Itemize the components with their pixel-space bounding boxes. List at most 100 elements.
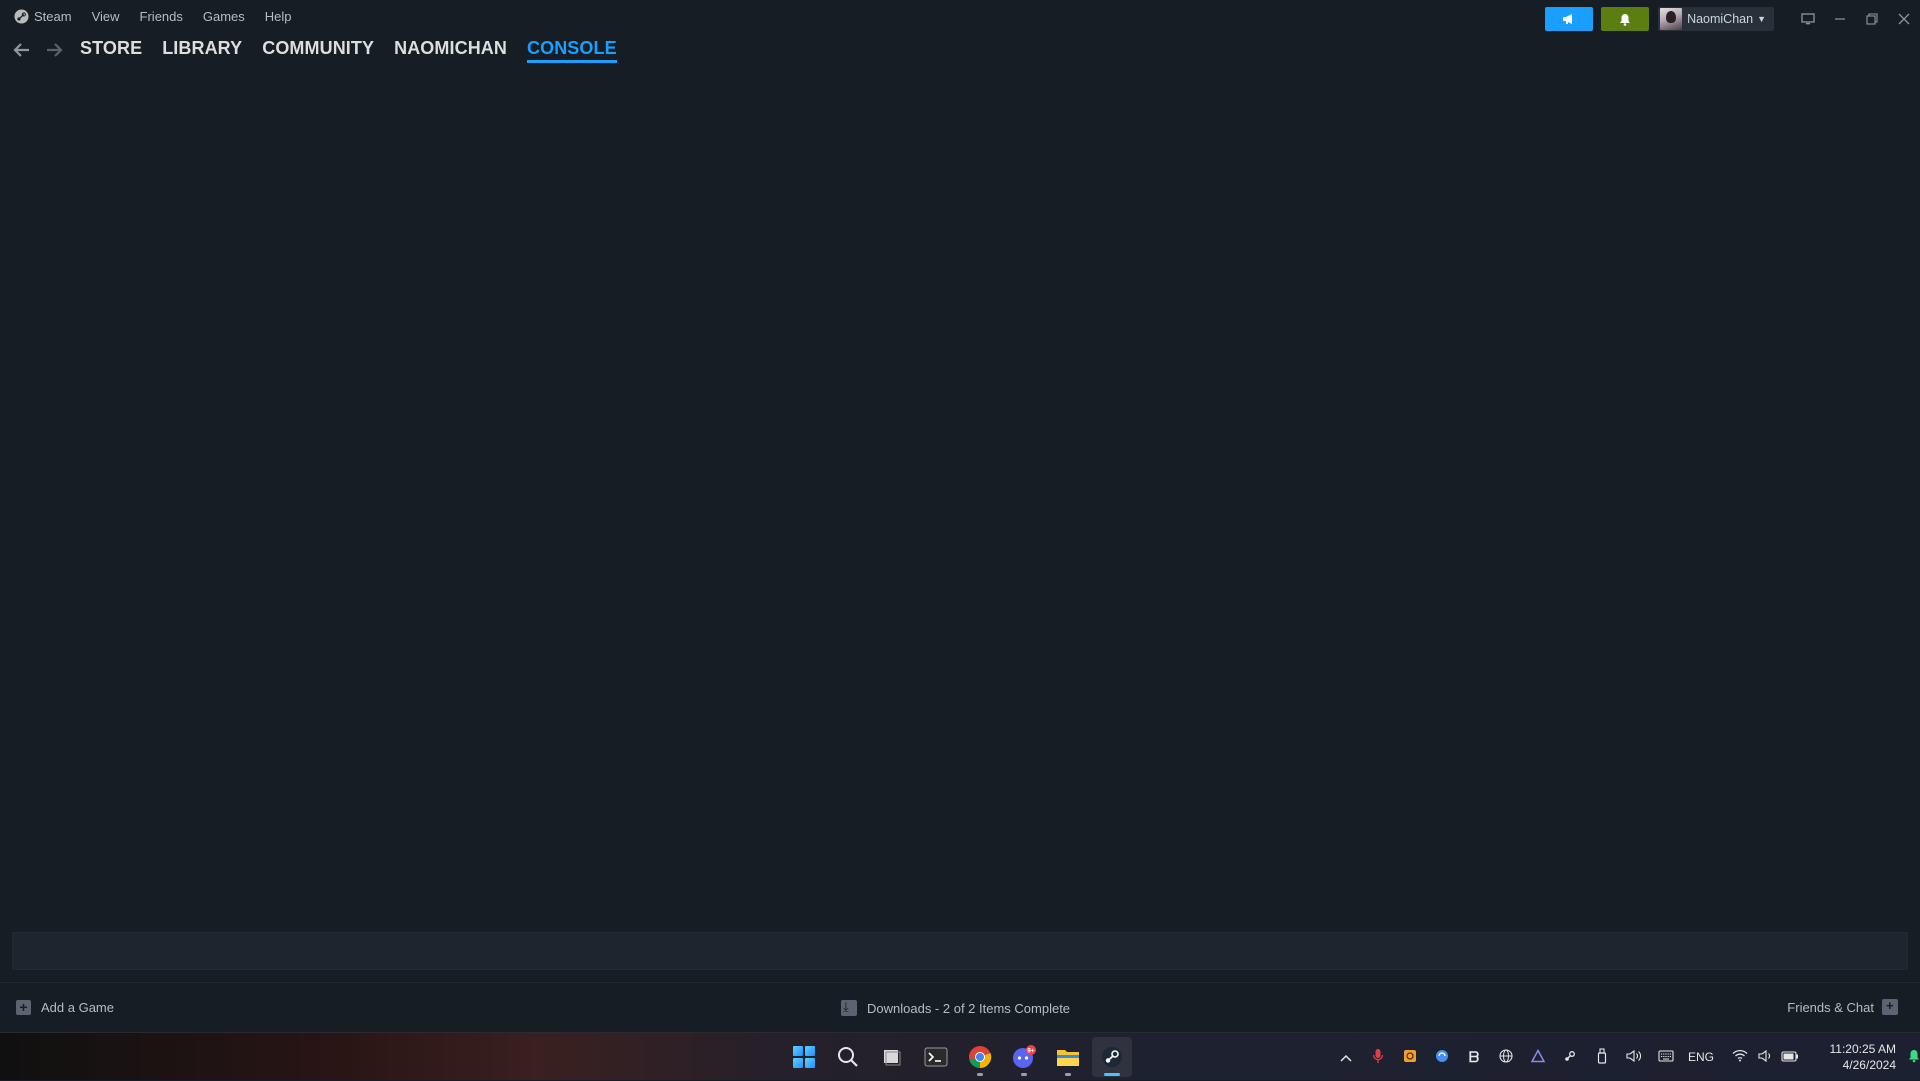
footer-bar: + Add a Game Downloads - 2 of 2 Items Co… [0,982,1920,1032]
wifi-icon [1732,1049,1748,1062]
app-tray-b[interactable]: ᗷ [1458,1049,1490,1066]
steam-logo-icon [14,9,29,24]
account-menu[interactable]: NaomiChan ▼ [1658,7,1774,31]
notification-bell-icon [1909,1049,1920,1062]
language-indicator[interactable]: ENG [1688,1050,1714,1064]
running-indicator [1021,1073,1027,1076]
usb-tray[interactable] [1586,1047,1618,1067]
megaphone-icon [1563,14,1573,24]
steam-icon [1102,1047,1122,1067]
volume-tray[interactable] [1618,1049,1650,1066]
tab-profile[interactable]: NAOMICHAN [394,38,507,63]
app-tray-triangle[interactable] [1522,1048,1554,1066]
arrow-right-icon [47,43,63,57]
window-controls [1792,7,1920,31]
discord-badge: 9+ [1027,1048,1035,1055]
running-indicator [1065,1073,1071,1076]
tab-library[interactable]: LIBRARY [162,38,242,63]
download-icon [841,999,857,1016]
top-right-controls: NaomiChan ▼ [1545,7,1920,31]
globe-icon [1499,1048,1513,1063]
notifications-button[interactable] [1601,7,1650,31]
app-tray-blue[interactable] [1426,1049,1458,1066]
network-tray[interactable] [1724,1049,1756,1065]
chrome-app[interactable] [960,1037,1000,1077]
task-view-button[interactable] [872,1037,912,1077]
friends-chat-label: Friends & Chat [1787,999,1874,1015]
clock-time: 11:20:25 AM [1829,1042,1897,1056]
menu-view[interactable]: View [92,9,120,24]
tab-store[interactable]: STORE [80,38,142,63]
taskbar-search-button[interactable] [828,1037,868,1077]
steam-window: Steam View Friends Games Help NaomiChan … [0,0,1920,1032]
terminal-app[interactable] [916,1037,956,1077]
notification-center-button[interactable] [1908,1049,1920,1066]
keyboard-icon [1658,1050,1674,1062]
file-explorer-app[interactable] [1048,1037,1088,1077]
arrow-left-icon [13,43,29,57]
minimize-button[interactable] [1824,7,1856,31]
avatar [1660,8,1683,30]
file-explorer-icon [1057,1050,1079,1066]
forward-button[interactable] [38,36,70,64]
big-picture-button[interactable] [1792,7,1824,31]
orange-app-icon [1404,1049,1416,1062]
taskbar: 9+ ᗷ ENG 11:20:25 AM 4/26/2024 [0,1032,1920,1080]
steam-tray[interactable] [1554,1049,1586,1066]
steam-app[interactable] [1092,1037,1132,1077]
close-icon [1898,13,1910,25]
terminal-icon [924,1047,948,1067]
tab-community[interactable]: COMMUNITY [262,38,374,63]
announcements-button[interactable] [1545,7,1594,31]
app-tray-globe[interactable] [1490,1048,1522,1066]
menu-bar: Steam View Friends Games Help [14,9,312,24]
speaker-icon [1626,1049,1641,1062]
taskbar-clock[interactable]: 11:20:25 AM 4/26/2024 [1812,1041,1897,1073]
volume-quick-tray[interactable] [1756,1049,1776,1066]
title-bar: Steam View Friends Games Help NaomiChan … [0,0,1920,34]
minimize-icon [1835,18,1845,20]
b-app-icon: ᗷ [1468,1048,1480,1065]
steam-tray-icon [1565,1050,1575,1061]
chevron-up-icon [1340,1054,1352,1062]
restore-button[interactable] [1856,7,1888,31]
volume-icon [1758,1049,1771,1062]
friends-icon [1882,998,1898,1015]
keyboard-tray[interactable] [1650,1049,1682,1065]
add-game-button[interactable]: + Add a Game [16,1000,114,1015]
friends-chat-button[interactable]: Friends & Chat [1787,998,1898,1015]
account-name: NaomiChan [1687,12,1754,26]
blue-app-icon [1436,1049,1448,1062]
close-button[interactable] [1888,7,1920,31]
back-button[interactable] [6,36,38,64]
taskbar-apps: 9+ [784,1037,1136,1077]
app-tray-orange[interactable] [1394,1049,1426,1066]
start-button[interactable] [784,1037,824,1077]
menu-games[interactable]: Games [203,9,245,24]
task-view-icon [884,1050,901,1066]
monitor-icon [1801,13,1815,25]
microphone-icon [1372,1048,1384,1063]
plus-icon: + [16,1000,31,1015]
microphone-tray[interactable] [1362,1048,1394,1067]
battery-tray[interactable] [1776,1049,1804,1065]
tab-console[interactable]: CONSOLE [527,38,617,63]
triangle-app-icon [1530,1048,1546,1062]
menu-steam[interactable]: Steam [14,9,72,24]
running-indicator [977,1073,983,1076]
chrome-icon [969,1046,992,1069]
console-output [0,70,1920,920]
bell-icon [1620,13,1631,26]
restore-icon [1866,13,1878,25]
downloads-button[interactable]: Downloads - 2 of 2 Items Complete [841,999,1070,1016]
nav-bar: STORE LIBRARY COMMUNITY NAOMICHAN CONSOL… [0,34,617,66]
show-hidden-icons-button[interactable] [1330,1049,1362,1065]
console-input[interactable] [12,932,1908,970]
discord-app[interactable]: 9+ [1004,1037,1044,1077]
menu-friends[interactable]: Friends [140,9,183,24]
start-icon [793,1046,815,1068]
menu-steam-label: Steam [34,9,72,24]
menu-help[interactable]: Help [265,9,292,24]
chevron-down-icon: ▼ [1757,14,1766,24]
clock-date: 4/26/2024 [1842,1058,1897,1072]
